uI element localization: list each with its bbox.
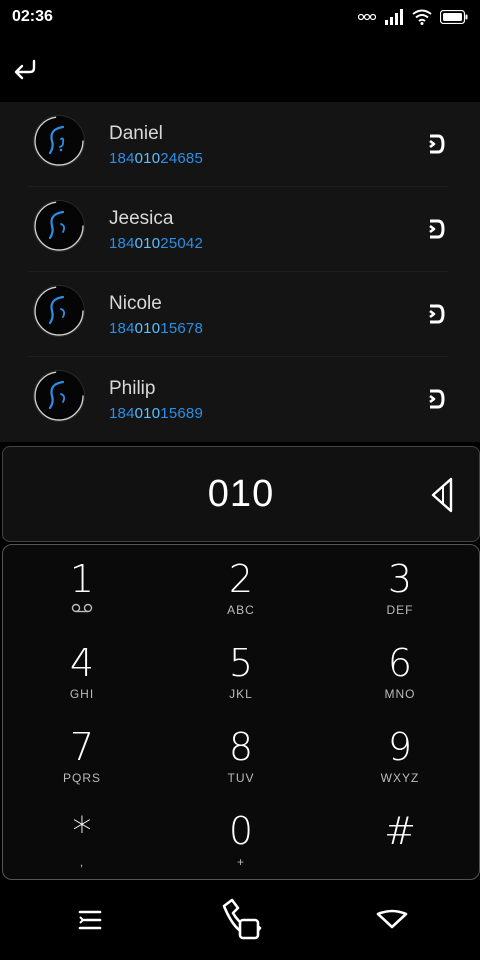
bottom-action-bar (0, 880, 480, 960)
key-letters: GHI (69, 687, 95, 701)
contact-number: 18401025042 (109, 235, 203, 252)
key-7[interactable]: 7 PQRS (3, 713, 161, 797)
key-digit: 5 (228, 641, 254, 685)
dialed-number-panel: 010 (2, 446, 480, 542)
key-letters: + (236, 855, 245, 869)
avatar (33, 200, 85, 252)
key-letters: PQRS (62, 771, 101, 785)
avatar (33, 115, 85, 167)
key-letters: ABC (227, 603, 255, 617)
contact-name: Jeesica (109, 208, 174, 229)
status-time: 02:36 (12, 8, 53, 25)
status-bar: 02:36 (0, 0, 480, 34)
call-icon[interactable] (218, 896, 264, 942)
contact-row[interactable]: Daniel 18401024685 (28, 102, 448, 187)
contact-name: Nicole (109, 293, 162, 314)
key-digit: 4 (69, 641, 95, 685)
contact-name: Philip (109, 378, 156, 399)
key-5[interactable]: 5 JKL (162, 629, 320, 713)
key-digit: 9 (387, 725, 413, 769)
key-star[interactable]: * , (3, 797, 161, 881)
key-letters: MNO (384, 687, 416, 701)
contact-avatar-icon (34, 116, 84, 166)
contact-number: 18401015689 (109, 405, 203, 422)
key-letters: DEF (386, 603, 414, 617)
contact-number: 18401024685 (109, 150, 203, 167)
avatar (33, 285, 85, 337)
key-9[interactable]: 9 WXYZ (321, 713, 479, 797)
contact-row[interactable]: Nicole 18401015678 (28, 272, 448, 357)
more-dots-icon (358, 13, 376, 21)
call-contact-icon[interactable] (424, 302, 448, 326)
key-digit: * (72, 809, 92, 853)
contact-suggestion-list: Daniel 18401024685 Jeesica 18401025042 N… (0, 102, 480, 442)
battery-icon (440, 10, 468, 24)
call-contact-icon[interactable] (424, 387, 448, 411)
contact-avatar-icon (34, 286, 84, 336)
key-digit: 0 (228, 809, 254, 853)
wifi-icon (412, 9, 432, 25)
key-digit: 7 (69, 725, 95, 769)
key-digit: # (384, 809, 416, 853)
call-contact-icon[interactable] (424, 132, 448, 156)
key-letters: JKL (229, 687, 253, 701)
key-hash[interactable]: # (321, 797, 479, 881)
key-4[interactable]: 4 GHI (3, 629, 161, 713)
backspace-icon[interactable] (427, 475, 457, 515)
key-1[interactable]: 1 (3, 545, 161, 629)
key-digit: 6 (387, 641, 413, 685)
key-letters: , (79, 855, 85, 869)
key-digit: 1 (69, 557, 95, 601)
status-icons (358, 8, 468, 26)
contact-avatar-icon (34, 201, 84, 251)
key-letters: WXYZ (380, 771, 420, 785)
signal-icon (385, 9, 403, 25)
key-digit: 2 (228, 557, 254, 601)
avatar (33, 370, 85, 422)
call-contact-icon[interactable] (424, 217, 448, 241)
contact-row[interactable]: Jeesica 18401025042 (28, 187, 448, 272)
voicemail-icon (71, 603, 93, 613)
contact-name: Daniel (109, 123, 163, 144)
back-arrow-icon[interactable] (10, 52, 40, 82)
contact-number: 18401015678 (109, 320, 203, 337)
hide-keypad-icon[interactable] (372, 900, 412, 940)
contact-avatar-icon (34, 371, 84, 421)
key-6[interactable]: 6 MNO (321, 629, 479, 713)
key-0[interactable]: 0 + (162, 797, 320, 881)
key-3[interactable]: 3 DEF (321, 545, 479, 629)
dial-keypad: 1 2 ABC 3 DEF 4 GHI 5 JKL 6 MNO 7 PQRS 8… (2, 544, 480, 880)
contact-row[interactable]: Philip 18401015689 (28, 357, 448, 441)
key-letters: TUV (227, 771, 255, 785)
key-8[interactable]: 8 TUV (162, 713, 320, 797)
dialed-number[interactable]: 010 (3, 473, 479, 516)
header (0, 34, 480, 100)
key-digit: 3 (387, 557, 413, 601)
menu-icon[interactable] (70, 900, 110, 940)
key-digit: 8 (228, 725, 254, 769)
key-2[interactable]: 2 ABC (162, 545, 320, 629)
